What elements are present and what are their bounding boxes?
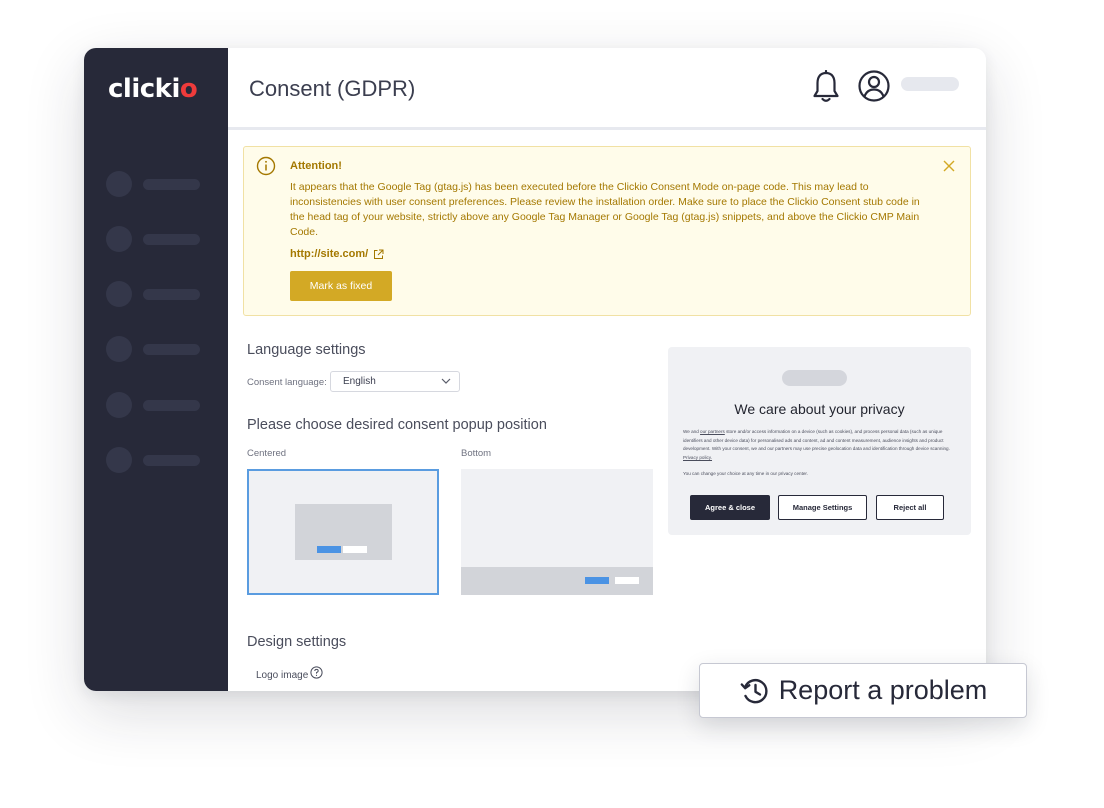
agree-close-button[interactable]: Agree & close [690,495,770,520]
sidebar-item-6[interactable] [106,447,202,473]
main-content: Consent (GDPR) Attention! It appears tha… [228,48,986,691]
logo-text-i: i [171,74,180,104]
thumbnail-secondary-button [343,546,367,553]
nav-label-placeholder [143,400,200,411]
nav-label-placeholder [143,344,200,355]
history-icon [740,678,768,703]
external-link-icon[interactable] [373,249,384,260]
clickio-logo[interactable]: clickio [108,74,198,104]
site-link-text[interactable]: http://site.com/ [290,248,368,260]
page-header: Consent (GDPR) [228,48,986,130]
logo-text-o: o [179,74,198,104]
nav-label-placeholder [143,455,200,466]
help-icon[interactable] [310,666,323,679]
preview-logo-placeholder [782,370,847,386]
preview-title: We care about your privacy [734,401,905,417]
popup-position-title: Please choose desired consent popup posi… [247,417,547,433]
user-account-icon[interactable] [857,69,891,103]
attention-alert: Attention! It appears that the Google Ta… [243,146,971,316]
sidebar-item-4[interactable] [106,336,202,362]
nav-icon-placeholder [106,447,132,473]
thumbnail-primary-button [317,546,341,553]
chevron-down-icon [441,378,451,384]
centered-popup-thumbnail [295,504,392,560]
sidebar-item-1[interactable] [106,171,202,197]
nav-icon-placeholder [106,336,132,362]
consent-language-label: Consent language: [247,377,327,388]
nav-label-placeholder [143,234,200,245]
nav-icon-placeholder [106,171,132,197]
position-option-centered[interactable] [247,469,439,595]
nav-icon-placeholder [106,392,132,418]
thumbnail-secondary-button [615,577,639,584]
user-name-placeholder[interactable] [901,77,959,91]
report-problem-button[interactable]: Report a problem [699,663,1027,718]
reject-all-button[interactable]: Reject all [876,495,944,520]
preview-body-text: We and our partners store and/or access … [683,428,959,462]
logo-text: click [108,74,172,104]
sidebar: clickio [84,48,228,691]
consent-language-select[interactable]: English [330,371,460,392]
partners-link[interactable]: our partners [700,429,725,434]
centered-label: Centered [247,448,287,459]
page-title: Consent (GDPR) [249,76,416,101]
sidebar-item-2[interactable] [106,226,202,252]
sidebar-item-3[interactable] [106,281,202,307]
site-link[interactable]: http://site.com/ [290,248,384,260]
nav-icon-placeholder [106,281,132,307]
alert-title: Attention! [290,160,342,172]
nav-label-placeholder [143,179,200,190]
bottom-label: Bottom [461,448,492,459]
logo-image-label: Logo image [256,670,309,681]
preview-text-part: We and [683,429,701,434]
design-settings-title: Design settings [247,634,347,650]
nav-label-placeholder [143,289,200,300]
info-icon [256,156,276,176]
preview-privacy-center-text: You can change your choice at any time i… [683,471,808,476]
bell-icon[interactable] [811,70,841,104]
consent-language-value: English [343,376,376,387]
report-problem-label: Report a problem [778,675,988,705]
position-option-bottom[interactable] [461,469,653,595]
manage-settings-button[interactable]: Manage Settings [778,495,867,520]
thumbnail-primary-button [585,577,609,584]
sidebar-item-5[interactable] [106,392,202,418]
close-icon[interactable] [942,159,956,173]
app-window: clickio Consent (GDPR) Attention! It app… [84,48,986,691]
nav-icon-placeholder [106,226,132,252]
bottom-popup-thumbnail [461,567,653,595]
alert-message: It appears that the Google Tag (gtag.js)… [290,181,920,238]
consent-popup-preview: We care about your privacy We and our pa… [668,347,971,535]
mark-as-fixed-button[interactable]: Mark as fixed [290,271,392,301]
language-settings-title: Language settings [247,342,366,358]
privacy-policy-link[interactable]: Privacy policy. [683,455,712,460]
